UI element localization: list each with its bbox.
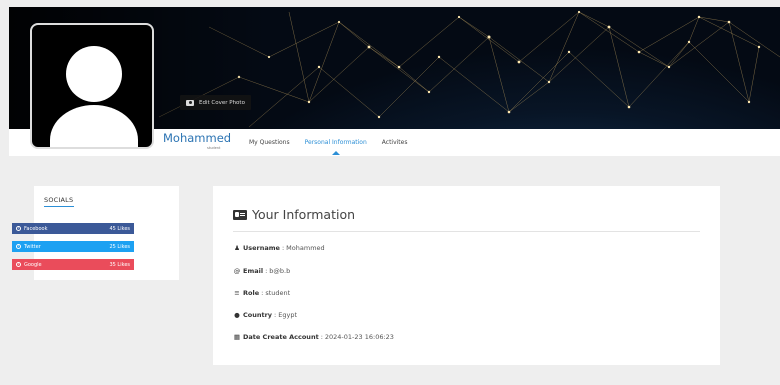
tab-my-questions[interactable]: My Questions [249,139,290,146]
social-name: Facebook [24,225,48,232]
email-value: b@b.b [269,267,291,275]
username-label: Username [243,244,280,252]
colon: : [274,311,277,319]
info-circle-icon: i [16,226,21,231]
calendar-icon: ▦ [233,333,241,341]
list-icon: ≡ [234,289,240,297]
info-circle-icon: i [16,244,21,249]
globe-icon: ● [234,311,240,319]
date-created-label: Date Create Account [243,333,319,341]
profile-tabs: My Questions Personal Information Activi… [249,139,408,155]
facebook-social-link[interactable]: i Facebook 45 Likes [12,223,134,234]
country-row: ● Country : Egypt [233,311,297,319]
username-row: ♟ Username : Mohammed [233,244,325,252]
google-social-link[interactable]: i Google 35 Likes [12,259,134,270]
tab-activites[interactable]: Activites [382,139,408,146]
socials-title-underline [44,206,74,207]
social-name: Twitter [24,243,41,250]
information-divider [233,231,700,232]
social-count: 35 Likes [109,261,130,268]
socials-title: SOCIALS [44,196,74,204]
information-title-text: Your Information [252,207,356,222]
info-circle-icon: i [16,262,21,267]
username-value: Mohammed [286,244,325,252]
colon: : [281,244,285,252]
role-value: student [265,289,291,297]
twitter-social-link[interactable]: i Twitter 25 Likes [12,241,134,252]
role-row: ≡ Role : student [233,289,290,297]
date-created-value: 2024-01-23 16:06:23 [324,333,394,341]
edit-cover-photo-button[interactable]: Edit Cover Photo [180,95,251,110]
social-count: 25 Likes [109,243,130,250]
colon: : [261,289,264,297]
avatar-body-shape [50,105,138,147]
role-label: Role [243,289,260,297]
profile-role-subtitle: student [207,146,221,150]
information-title: Your Information [233,207,355,222]
avatar[interactable] [30,23,154,149]
edit-cover-label: Edit Cover Photo [199,99,245,106]
email-label: Email [243,267,264,275]
profile-name: Mohammed [163,131,232,145]
email-row: @ Email : b@b.b [233,267,290,275]
social-name: Google [24,261,42,268]
social-count: 45 Likes [109,225,130,232]
tab-personal-information[interactable]: Personal Information [305,139,367,155]
at-icon: @ [233,267,241,275]
colon: : [265,267,268,275]
colon: : [320,333,323,341]
id-card-icon [233,209,247,220]
user-icon: ♟ [234,244,240,252]
country-value: Egypt [278,311,298,319]
camera-icon [186,99,194,106]
country-label: Country [243,311,273,319]
date-created-row: ▦ Date Create Account : 2024-01-23 16:06… [233,333,394,341]
avatar-head-shape [66,46,122,102]
